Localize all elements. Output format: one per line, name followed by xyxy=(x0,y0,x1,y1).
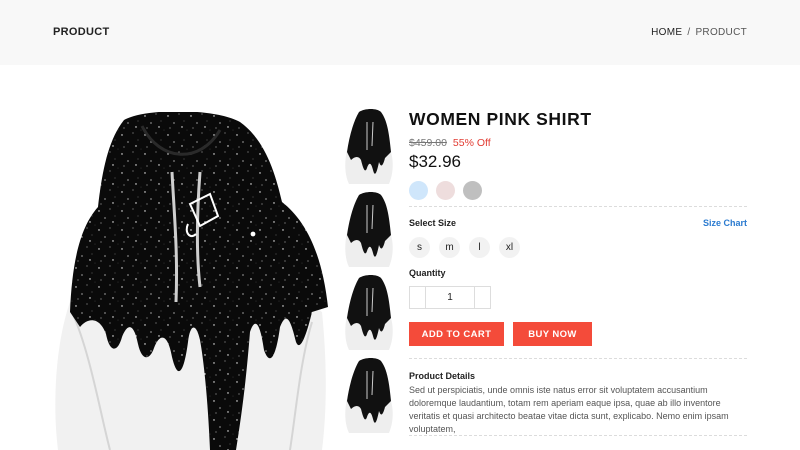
old-price: $459.00 xyxy=(409,137,447,149)
size-options: s m l xl xyxy=(409,237,520,258)
price-row: $459.00 55% Off xyxy=(409,137,747,149)
quantity-label: Quantity xyxy=(409,268,446,278)
product-details-text: Sed ut perspiciatis, unde omnis iste nat… xyxy=(409,385,729,434)
color-swatch-gray[interactable] xyxy=(463,181,482,200)
product-thumbnail[interactable] xyxy=(341,357,397,433)
color-swatch-pink[interactable] xyxy=(436,181,455,200)
size-chart-link[interactable]: Size Chart xyxy=(703,218,747,228)
product-details-label: Product Details xyxy=(409,371,476,381)
product-thumbnail[interactable] xyxy=(341,108,397,184)
breadcrumb-separator: / xyxy=(687,27,691,38)
product-main-image xyxy=(55,112,328,450)
add-to-cart-button[interactable]: ADD TO CART xyxy=(409,322,504,346)
size-option-xl[interactable]: xl xyxy=(499,237,520,258)
breadcrumb-current: PRODUCT xyxy=(695,27,747,38)
page-title: PRODUCT xyxy=(53,26,110,38)
quantity-increment-button[interactable] xyxy=(474,287,490,308)
quantity-stepper: 1 xyxy=(409,286,491,309)
product-name: WOMEN PINK SHIRT xyxy=(409,109,592,129)
discount-label: 55% Off xyxy=(452,137,491,149)
quantity-input[interactable]: 1 xyxy=(426,287,474,308)
select-size-label: Select Size xyxy=(409,218,457,228)
page-header: PRODUCT HOME / PRODUCT xyxy=(0,0,800,65)
product-thumbnail[interactable] xyxy=(341,191,397,267)
divider xyxy=(409,206,747,207)
color-swatch-light-blue[interactable] xyxy=(409,181,428,200)
size-row: Select Size Size Chart xyxy=(409,218,747,228)
product-details-panel: WOMEN PINK SHIRT $459.00 55% Off $32.96 … xyxy=(409,108,747,436)
size-option-m[interactable]: m xyxy=(439,237,460,258)
size-option-l[interactable]: l xyxy=(469,237,490,258)
divider xyxy=(409,435,747,436)
product-thumbnail[interactable] xyxy=(341,274,397,350)
color-swatches xyxy=(409,181,747,200)
breadcrumb: HOME / PRODUCT xyxy=(651,27,747,38)
breadcrumb-home-link[interactable]: HOME xyxy=(651,27,682,38)
divider xyxy=(409,358,747,359)
thumbnail-list xyxy=(341,108,397,440)
size-option-s[interactable]: s xyxy=(409,237,430,258)
current-price: $32.96 xyxy=(409,152,461,171)
quantity-decrement-button[interactable] xyxy=(410,287,426,308)
buy-now-button[interactable]: BUY NOW xyxy=(513,322,592,346)
